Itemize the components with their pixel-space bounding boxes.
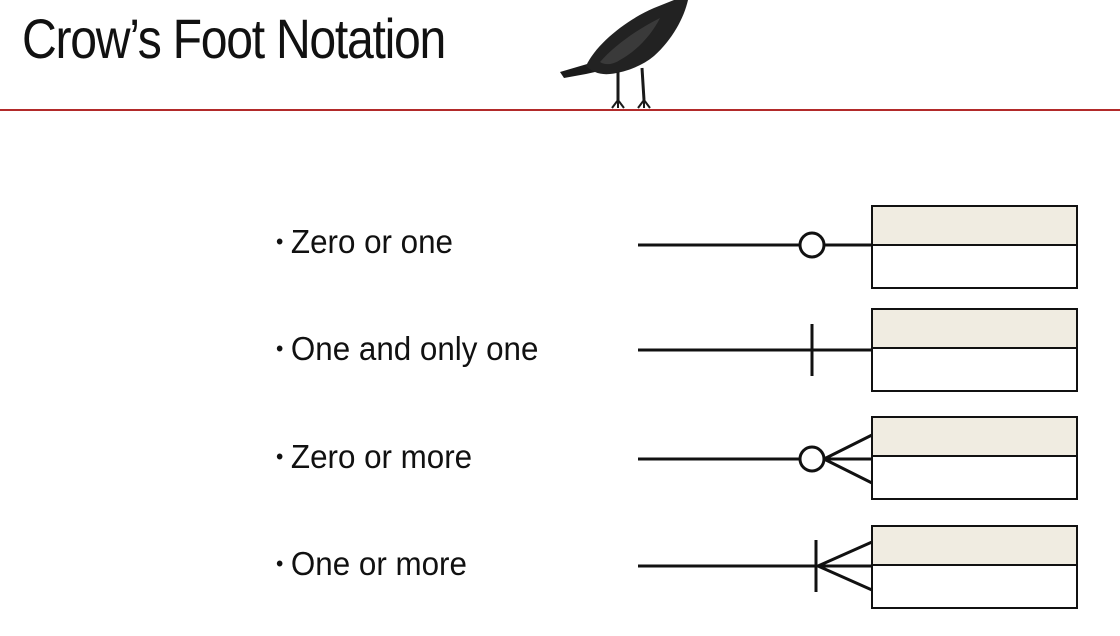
bullet-one-and-only-one: • One and only one xyxy=(276,329,538,369)
slide-title: Crow’s Foot Notation xyxy=(22,7,446,70)
crow-foot-upper xyxy=(823,433,873,461)
title-divider xyxy=(0,109,1120,111)
bullet-label: One and only one xyxy=(290,330,539,367)
slide: Crow’s Foot Notation • Zero or one • One a… xyxy=(0,0,1120,636)
crow-icon xyxy=(560,0,688,109)
entity-header xyxy=(871,205,1078,246)
bullet-one-or-more: • One or more xyxy=(276,544,467,584)
crow-foot-upper xyxy=(817,540,873,568)
zero-circle-symbol xyxy=(798,231,826,259)
notation-zero-or-more xyxy=(638,416,1078,500)
bullet-zero-or-one: • Zero or one xyxy=(276,222,453,262)
notation-one-or-more xyxy=(638,525,1078,609)
bullet-label: One or more xyxy=(290,545,467,582)
notation-one-and-only-one xyxy=(638,308,1078,392)
entity-body xyxy=(871,455,1078,500)
bullet-label: Zero or more xyxy=(290,438,473,475)
bullet-label: Zero or one xyxy=(290,223,453,260)
crow-foot-lower xyxy=(817,564,873,592)
bullet-dot: • xyxy=(276,336,284,361)
entity-header xyxy=(871,416,1078,457)
crow-foot-lower xyxy=(823,457,873,485)
bullet-zero-or-more: • Zero or more xyxy=(276,437,472,477)
entity-body xyxy=(871,347,1078,392)
entity-body xyxy=(871,244,1078,289)
entity-header xyxy=(871,308,1078,349)
entity-header xyxy=(871,525,1078,566)
bullet-dot: • xyxy=(276,551,284,576)
notation-zero-or-one xyxy=(638,205,1078,289)
zero-circle-symbol xyxy=(798,445,826,473)
entity-body xyxy=(871,564,1078,609)
bullet-dot: • xyxy=(276,229,284,254)
bullet-dot: • xyxy=(276,444,284,469)
